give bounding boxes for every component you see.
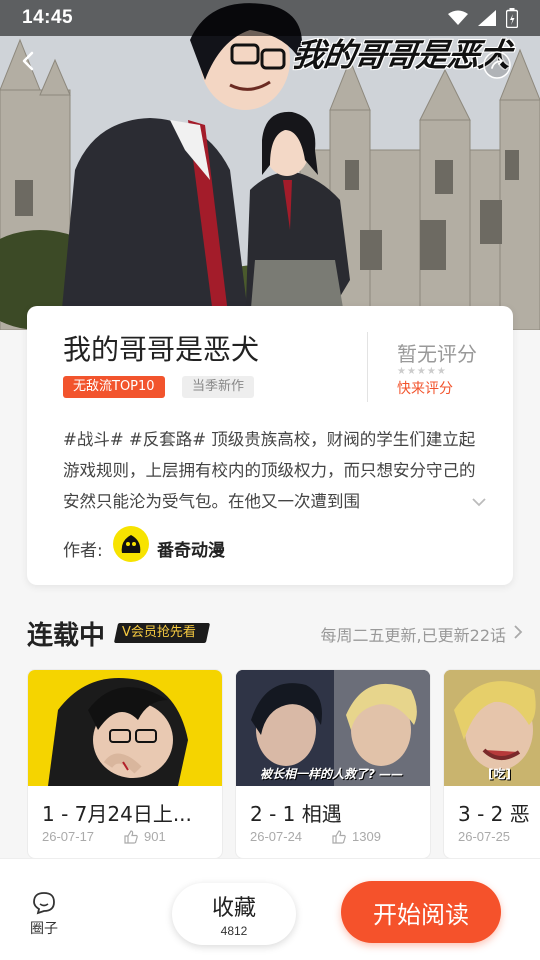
episode-date: 26-07-17 (42, 829, 95, 844)
rating-stars: ★★★★★ (397, 366, 447, 377)
community-button[interactable]: 圈子 (26, 891, 62, 938)
back-arrow-icon (22, 51, 34, 71)
episode-card-1[interactable]: 1 - 7月24日上... 26-07-17 901 (27, 669, 223, 859)
episode-date: 26-07-25 (458, 829, 511, 844)
thumb-up-icon (124, 829, 138, 844)
rating-divider (367, 332, 368, 402)
episode-likes-count: 901 (144, 829, 166, 844)
favorite-label: 收藏 (211, 896, 256, 921)
episode-likes: 1309 (332, 829, 381, 844)
community-label: 圈子 (30, 921, 58, 937)
episode-likes-count: 1309 (352, 829, 381, 844)
comic-logo: 我的哥哥是恶犬 (290, 36, 513, 74)
episode-list: 1 - 7月24日上... 26-07-17 901 被长相一样的人救了? ——… (27, 669, 540, 859)
episode-title: 3 - 2 恶 (458, 802, 530, 826)
thumb-up-icon (332, 829, 346, 844)
author-avatar[interactable] (113, 526, 149, 562)
favorite-button[interactable]: 收藏 4812 (172, 883, 296, 945)
author-logo-icon (121, 535, 141, 553)
author-label: 作者: (63, 541, 103, 561)
chevron-down-icon (472, 498, 486, 507)
thumbnail-caption: 被长相一样的人救了? —— (260, 767, 404, 781)
season-tag[interactable]: 当季新作 (182, 376, 255, 398)
episode-thumbnail (28, 670, 222, 786)
episode-card-2[interactable]: 被长相一样的人救了? —— 2 - 1 相遇 26-07-24 1309 (235, 669, 431, 859)
chevron-right-icon[interactable] (512, 623, 524, 641)
comic-title: 我的哥哥是恶犬 (63, 333, 260, 366)
share-icon (483, 51, 511, 79)
battery-icon (506, 8, 518, 28)
update-schedule-link[interactable]: 每周二五更新,已更新22话 (321, 622, 506, 646)
vip-badge-label: V会员抢先看 (122, 625, 196, 640)
status-icons (448, 8, 518, 28)
comic-info-card: 我的哥哥是恶犬 无敌流TOP10 当季新作 暂无评分 ★★★★★ 快来评分 #战… (27, 306, 513, 585)
rating-title: 暂无评分 (397, 342, 477, 366)
episode-title: 2 - 1 相遇 (250, 802, 342, 826)
episode-thumbnail: 被长相一样的人救了? —— (236, 670, 430, 786)
bottom-action-bar: 圈子 收藏 4812 开始阅读 (0, 858, 540, 960)
status-time: 14:45 (22, 7, 74, 28)
serializing-title: 连载中 (27, 621, 106, 651)
episode-thumbnail: [吃] (444, 670, 540, 786)
share-button[interactable] (482, 50, 518, 86)
circle-community-icon (33, 892, 55, 915)
start-reading-button[interactable]: 开始阅读 (341, 881, 501, 943)
back-button[interactable] (18, 50, 54, 86)
author-name[interactable]: 番奇动漫 (157, 536, 225, 561)
thumbnail-caption: [吃] (488, 767, 511, 781)
expand-description-button[interactable] (407, 486, 493, 518)
vip-early-access-badge[interactable]: V会员抢先看 (113, 623, 211, 643)
hero-banner: 我的哥哥是恶犬 (0, 0, 540, 330)
episode-likes: 901 (124, 829, 166, 844)
ranking-tag[interactable]: 无敌流TOP10 (63, 376, 165, 398)
episode-title: 1 - 7月24日上... (42, 802, 192, 826)
status-bar: 14:45 (0, 0, 540, 36)
episode-date: 26-07-24 (250, 829, 303, 844)
episode-card-3[interactable]: [吃] 3 - 2 恶 26-07-25 (443, 669, 540, 859)
rate-now-link[interactable]: 快来评分 (397, 378, 453, 398)
signal-icon (478, 10, 496, 26)
wifi-icon (448, 10, 468, 25)
favorite-count: 4812 (220, 924, 248, 938)
comic-detail-page: 我的哥哥是恶犬 14:45 我的哥哥是恶犬 无敌流TOP10 当季新作 暂无评分… (0, 0, 540, 960)
